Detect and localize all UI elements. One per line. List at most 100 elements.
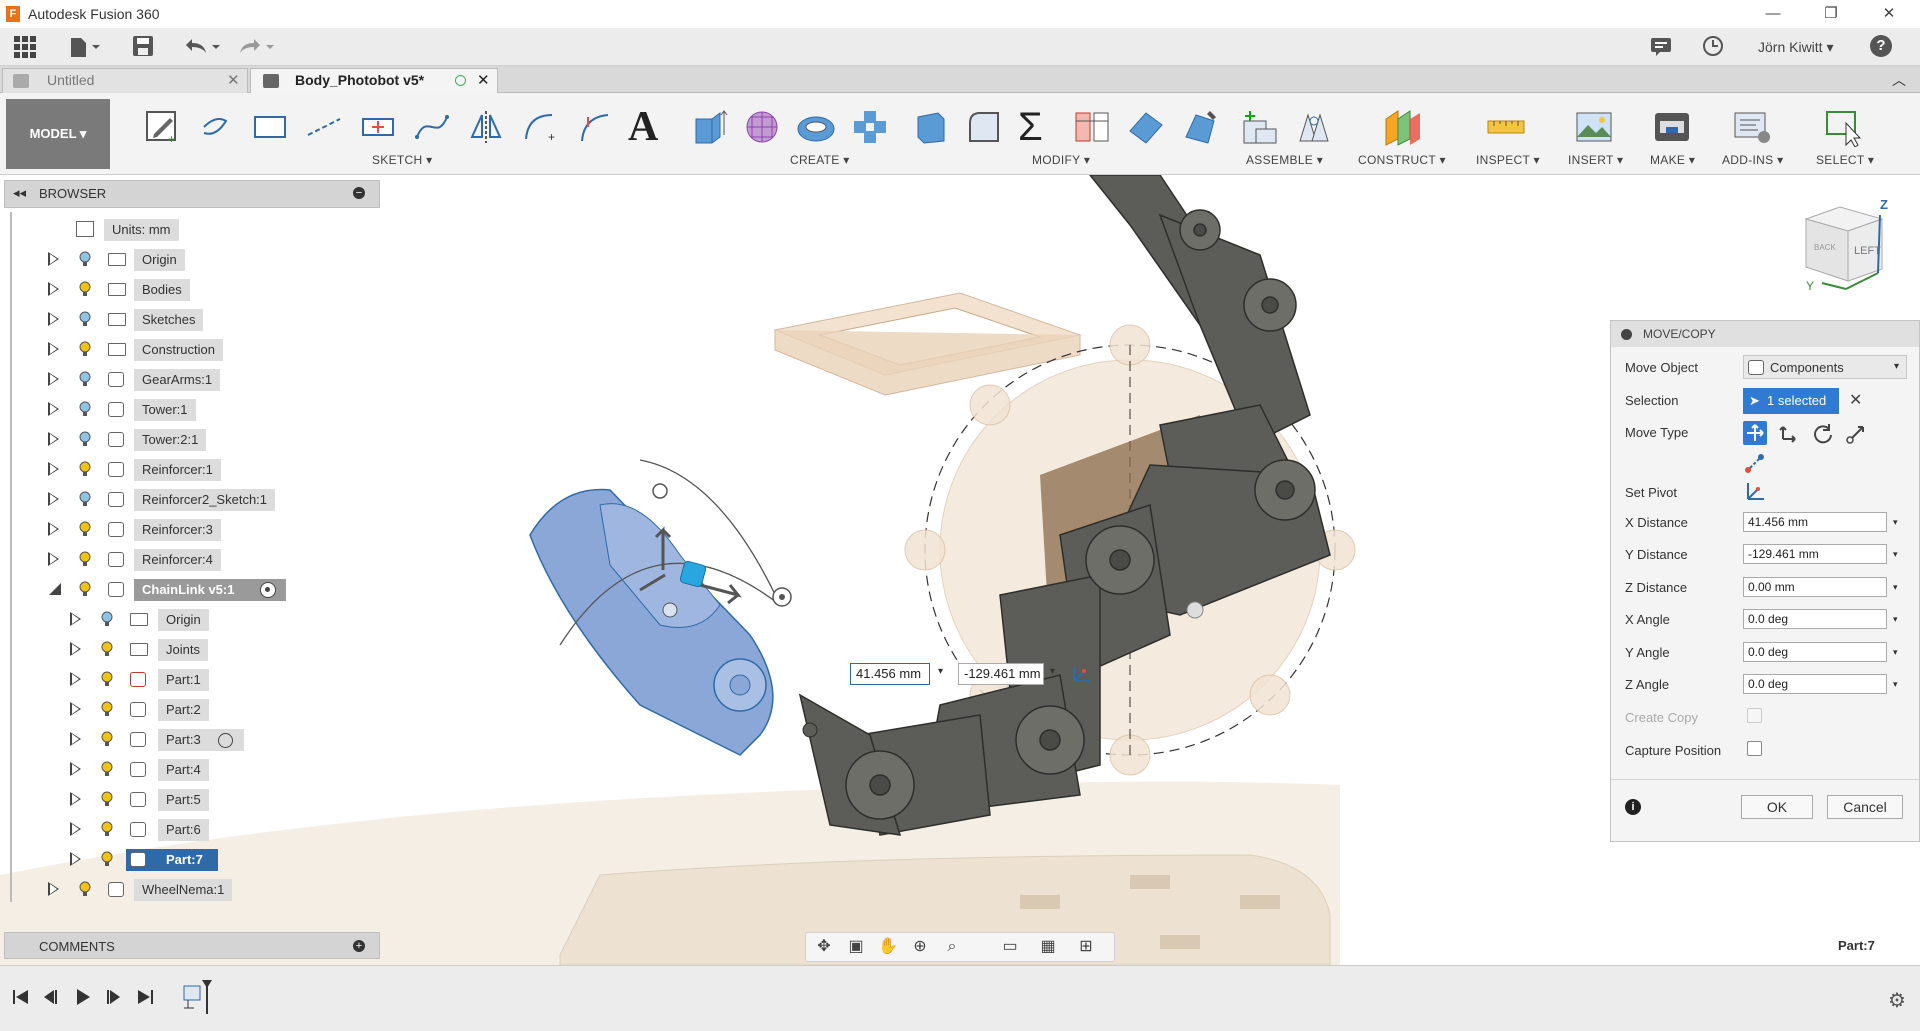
y-distance-input[interactable]: -129.461 mm [1743,544,1887,564]
collapse-triangle-icon[interactable] [48,582,62,599]
expand-triangle-icon[interactable] [48,342,59,356]
help-icon[interactable]: ? [1870,35,1892,57]
expand-triangle-icon[interactable] [70,672,81,686]
move-copy-icon[interactable] [1180,107,1220,147]
visibility-bulb-icon[interactable] [78,341,92,357]
step-forward-icon[interactable] [104,988,122,1009]
point-to-position-icon[interactable] [1743,451,1767,475]
tree-item-part-5[interactable]: Part:5 [0,786,400,812]
tree-item-gearArms[interactable]: GearArms:1 [0,366,400,392]
slot-icon[interactable] [358,107,398,147]
expand-triangle-icon[interactable] [70,792,81,806]
timeline-settings-gear-icon[interactable]: ⚙ [1888,988,1906,1013]
visibility-bulb-icon[interactable] [100,641,114,657]
press-pull-icon[interactable] [910,107,950,147]
pattern-icon[interactable] [850,107,890,147]
tab-untitled[interactable]: Untitled ✕ [2,68,248,93]
expand-triangle-icon[interactable] [70,732,81,746]
tree-item-part-4[interactable]: Part:4 [0,756,400,782]
comments-panel-header[interactable]: COMMENTS + [4,932,380,959]
viewport-x-distance-input[interactable]: 41.456 mm [850,663,930,685]
ok-button[interactable]: OK [1741,795,1813,819]
assemble-menu[interactable]: ASSEMBLE ▾ [1246,153,1323,167]
create-sketch-icon[interactable]: + [142,107,182,147]
construct-menu[interactable]: CONSTRUCT ▾ [1358,153,1446,167]
tree-item-wheelnema[interactable]: WheelNema:1 [0,876,400,902]
new-component-icon[interactable] [1240,107,1280,147]
visibility-bulb-icon[interactable] [100,821,114,837]
tree-item-part-6[interactable]: Part:6 [0,816,400,842]
collapse-dialog-icon[interactable] [1621,329,1632,340]
z-angle-dropdown-icon[interactable]: ▾ [1893,674,1903,694]
expand-triangle-icon[interactable] [70,702,81,716]
expand-triangle-icon[interactable] [48,882,59,896]
hole-icon[interactable] [796,107,836,147]
select-menu[interactable]: SELECT ▾ [1816,153,1874,167]
tree-item-origin[interactable]: Origin [0,246,400,272]
tree-item-chainlink[interactable]: ChainLink v5:1 [0,576,400,602]
zoom-icon[interactable]: ⊕ [906,936,934,958]
expand-triangle-icon[interactable] [70,642,81,656]
visibility-bulb-icon[interactable] [78,581,92,597]
insert-menu[interactable]: INSERT ▾ [1568,153,1623,167]
workspace-switcher[interactable]: MODEL ▾ [6,99,110,169]
rotate-icon[interactable] [1811,421,1835,445]
x-angle-input[interactable]: 0.0 deg [1743,609,1887,629]
tree-item-chainlink-origin[interactable]: Origin [0,606,400,632]
move-object-dropdown[interactable]: Components ▾ [1743,355,1907,379]
shell-icon[interactable] [1126,107,1166,147]
expand-triangle-icon[interactable] [48,492,59,506]
expand-triangle-icon[interactable] [48,312,59,326]
viewports-icon[interactable]: ⊞ [1072,936,1100,958]
mirror-icon[interactable] [466,107,506,147]
selection-chip[interactable]: ➤ 1 selected [1743,388,1839,414]
y-distance-dropdown-icon[interactable]: ▾ [1893,544,1903,564]
pivot-axis-icon[interactable] [1070,663,1094,685]
x-distance-dropdown-icon[interactable]: ▾ [938,666,943,677]
info-icon[interactable]: i [1625,799,1641,815]
insert-image-icon[interactable] [1574,107,1614,147]
parameters-sigma-icon[interactable]: Σ [1018,107,1058,147]
x-angle-dropdown-icon[interactable]: ▾ [1893,609,1903,629]
expand-triangle-icon[interactable] [70,612,81,626]
tree-item-part-2[interactable]: Part:2 [0,696,400,722]
modify-menu[interactable]: MODIFY ▾ [1032,153,1090,167]
activate-component-icon[interactable] [218,733,233,748]
expand-triangle-icon[interactable] [48,282,59,296]
extrude-icon[interactable] [688,107,728,147]
minimize-button[interactable]: — [1750,2,1796,26]
add-comment-icon[interactable]: + [353,940,365,952]
cancel-button[interactable]: Cancel [1827,795,1903,819]
free-move-icon[interactable] [1743,421,1767,445]
z-distance-input[interactable]: 0.00 mm [1743,577,1887,597]
visibility-bulb-icon[interactable] [78,491,92,507]
construction-line-icon[interactable] [304,107,344,147]
text-tool-icon[interactable]: A [628,106,668,148]
collapse-browser-icon[interactable]: ◂◂ [13,185,26,201]
expand-triangle-icon[interactable] [48,552,59,566]
go-to-end-icon[interactable] [136,988,154,1009]
timeline-feature-icon[interactable] [182,980,216,1016]
save-icon[interactable] [132,35,154,59]
3d-print-icon[interactable] [1652,107,1692,147]
tab-body-photobot[interactable]: Body_Photobot v5* ✕ [250,68,498,93]
visibility-bulb-icon[interactable] [78,311,92,327]
tree-item-joints[interactable]: Joints [0,636,400,662]
visibility-bulb-icon[interactable] [78,371,92,387]
step-back-icon[interactable] [42,988,60,1009]
set-pivot-icon[interactable] [1743,479,1767,503]
expand-triangle-icon[interactable] [48,462,59,476]
visibility-bulb-icon[interactable] [100,761,114,777]
visibility-bulb-icon[interactable] [100,851,114,867]
visibility-bulb-icon[interactable] [78,401,92,417]
user-account-menu[interactable]: Jörn Kiwitt ▾ [1758,35,1834,59]
fit-zoom-icon[interactable]: ⌕ [938,936,966,958]
scripts-addins-icon[interactable] [1732,107,1772,147]
expand-triangle-icon[interactable] [48,402,59,416]
restore-button[interactable]: ❐ [1808,2,1854,26]
viewport-y-distance-input[interactable]: -129.461 mm [958,663,1044,685]
measure-icon[interactable] [1486,107,1526,147]
clear-selection-icon[interactable]: ✕ [1849,390,1862,410]
pan-hand-icon[interactable]: ✋ [874,936,902,958]
visibility-bulb-icon[interactable] [100,791,114,807]
